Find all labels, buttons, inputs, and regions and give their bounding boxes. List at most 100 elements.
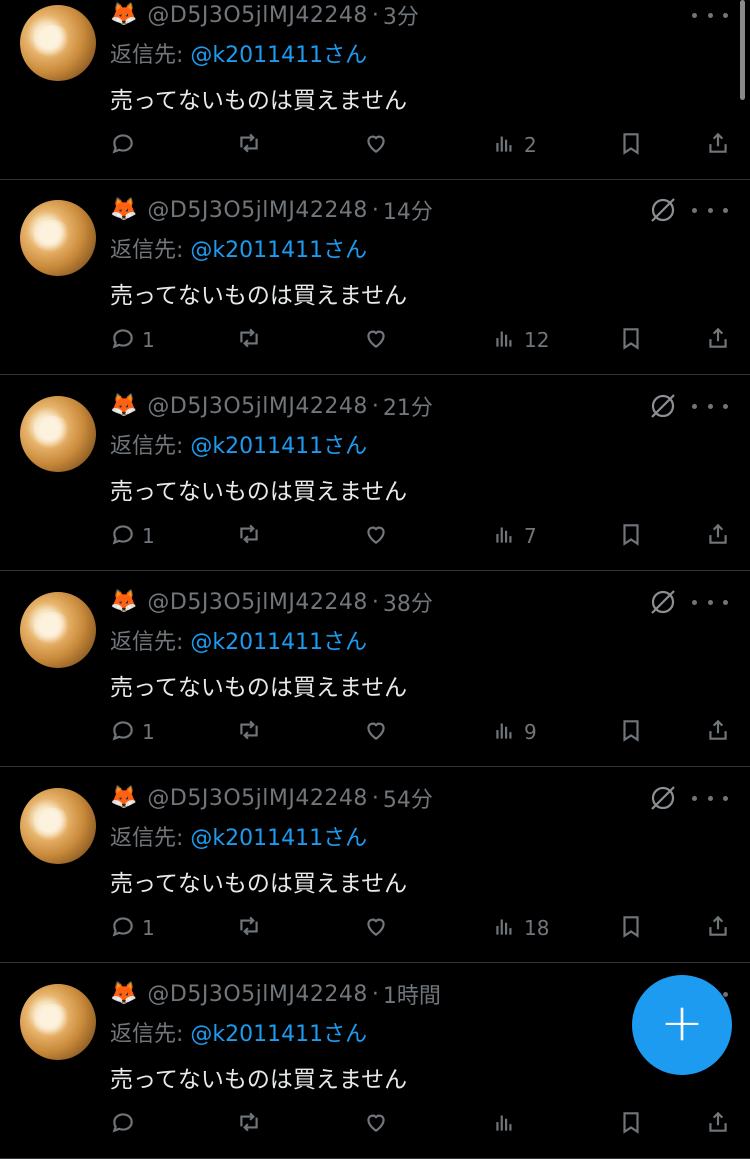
retweet-button[interactable]: [236, 912, 262, 944]
views-button[interactable]: 9: [492, 716, 537, 748]
user-handle[interactable]: @D5J3O5jlMJ42248: [147, 982, 367, 1007]
tweet[interactable]: 🦊 @D5J3O5jlMJ42248 · 54分 返信先: @k2011411さ…: [0, 768, 750, 963]
tweet-text: 売ってないものは買えません: [110, 675, 408, 701]
bookmark-button[interactable]: [618, 129, 644, 161]
bookmark-button[interactable]: [618, 1108, 644, 1140]
user-handle[interactable]: @D5J3O5jlMJ42248: [147, 786, 367, 811]
share-icon: [705, 521, 731, 552]
share-icon: [705, 130, 731, 161]
tweet[interactable]: 🦊 @D5J3O5jlMJ42248 · 1時間 返信先: @k2011411さ…: [0, 964, 750, 1159]
muted-conversation-icon[interactable]: [648, 391, 678, 421]
reply-prefix: 返信先:: [110, 434, 184, 459]
more-options-button[interactable]: [692, 589, 728, 615]
timestamp[interactable]: 14分: [383, 194, 433, 226]
share-button[interactable]: [705, 716, 731, 748]
avatar[interactable]: [20, 396, 96, 472]
timestamp[interactable]: 3分: [383, 0, 419, 31]
action-bar: 1 9: [110, 716, 735, 748]
views-button[interactable]: 12: [492, 324, 549, 356]
reply-button[interactable]: [110, 1108, 142, 1140]
like-button[interactable]: [363, 912, 389, 944]
views-count: 12: [524, 328, 550, 352]
retweet-icon: [236, 913, 262, 944]
reply-mention-link[interactable]: @k2011411さん: [190, 43, 367, 68]
user-handle[interactable]: @D5J3O5jlMJ42248: [147, 590, 367, 615]
bookmark-button[interactable]: [618, 716, 644, 748]
reply-count: 1: [142, 524, 155, 548]
tweet-header: 🦊 @D5J3O5jlMJ42248 · 3分: [110, 0, 419, 31]
like-button[interactable]: [363, 129, 389, 161]
tweet[interactable]: 🦊 @D5J3O5jlMJ42248 · 14分 返信先: @k2011411さ…: [0, 180, 750, 375]
tweet-header: 🦊 @D5J3O5jlMJ42248 · 38分: [110, 586, 433, 618]
separator-dot: ·: [371, 393, 379, 419]
compose-button[interactable]: +: [632, 975, 732, 1075]
user-handle[interactable]: @D5J3O5jlMJ42248: [147, 394, 367, 419]
more-options-button[interactable]: [692, 2, 728, 28]
like-button[interactable]: [363, 716, 389, 748]
timestamp[interactable]: 21分: [383, 390, 433, 422]
reply-mention-link[interactable]: @k2011411さん: [190, 1022, 367, 1047]
reply-button[interactable]: 1: [110, 716, 155, 748]
reply-context: 返信先: @k2011411さん: [110, 624, 367, 656]
more-options-button[interactable]: [692, 785, 728, 811]
avatar[interactable]: [20, 592, 96, 668]
user-handle[interactable]: @D5J3O5jlMJ42248: [147, 3, 367, 28]
tweet[interactable]: 🦊 @D5J3O5jlMJ42248 · 3分 返信先: @k2011411さん…: [0, 0, 750, 180]
more-options-button[interactable]: [692, 197, 728, 223]
share-button[interactable]: [705, 324, 731, 356]
retweet-button[interactable]: [236, 716, 262, 748]
share-button[interactable]: [705, 129, 731, 161]
avatar[interactable]: [20, 200, 96, 276]
tweet[interactable]: 🦊 @D5J3O5jlMJ42248 · 38分 返信先: @k2011411さ…: [0, 572, 750, 767]
views-button[interactable]: 2: [492, 129, 537, 161]
tweet-text: 売ってないものは買えません: [110, 479, 408, 505]
bookmark-button[interactable]: [618, 912, 644, 944]
timestamp[interactable]: 54分: [383, 782, 433, 814]
like-button[interactable]: [363, 1108, 389, 1140]
reply-mention-link[interactable]: @k2011411さん: [190, 238, 367, 263]
bookmark-button[interactable]: [618, 520, 644, 552]
retweet-button[interactable]: [236, 129, 262, 161]
views-button[interactable]: 7: [492, 520, 537, 552]
scrollbar[interactable]: [740, 0, 745, 100]
reply-button[interactable]: 1: [110, 912, 155, 944]
views-icon: [492, 325, 518, 356]
views-button[interactable]: 18: [492, 912, 549, 944]
share-icon: [705, 1109, 731, 1140]
like-button[interactable]: [363, 324, 389, 356]
reply-mention-link[interactable]: @k2011411さん: [190, 434, 367, 459]
reply-prefix: 返信先:: [110, 1022, 184, 1047]
tweet[interactable]: 🦊 @D5J3O5jlMJ42248 · 21分 返信先: @k2011411さ…: [0, 376, 750, 571]
reply-button[interactable]: 1: [110, 520, 155, 552]
share-button[interactable]: [705, 520, 731, 552]
share-button[interactable]: [705, 912, 731, 944]
avatar[interactable]: [20, 788, 96, 864]
avatar[interactable]: [20, 984, 96, 1060]
views-button[interactable]: [492, 1108, 524, 1140]
retweet-button[interactable]: [236, 324, 262, 356]
more-options-button[interactable]: [692, 393, 728, 419]
avatar[interactable]: [20, 5, 96, 81]
timestamp[interactable]: 38分: [383, 586, 433, 618]
bookmark-icon: [618, 913, 644, 944]
share-button[interactable]: [705, 1108, 731, 1140]
reply-prefix: 返信先:: [110, 238, 184, 263]
reply-icon: [110, 521, 136, 552]
muted-conversation-icon[interactable]: [648, 587, 678, 617]
views-icon: [492, 130, 518, 161]
muted-conversation-icon[interactable]: [648, 783, 678, 813]
like-button[interactable]: [363, 520, 389, 552]
reply-button[interactable]: [110, 129, 142, 161]
retweet-button[interactable]: [236, 520, 262, 552]
bookmark-button[interactable]: [618, 324, 644, 356]
reply-mention-link[interactable]: @k2011411さん: [190, 826, 367, 851]
muted-conversation-icon[interactable]: [648, 195, 678, 225]
tweet-text: 売ってないものは買えません: [110, 871, 408, 897]
separator-dot: ·: [371, 197, 379, 223]
reply-button[interactable]: 1: [110, 324, 155, 356]
user-handle[interactable]: @D5J3O5jlMJ42248: [147, 198, 367, 223]
retweet-button[interactable]: [236, 1108, 262, 1140]
retweet-icon: [236, 521, 262, 552]
timestamp[interactable]: 1時間: [383, 978, 441, 1010]
reply-mention-link[interactable]: @k2011411さん: [190, 630, 367, 655]
